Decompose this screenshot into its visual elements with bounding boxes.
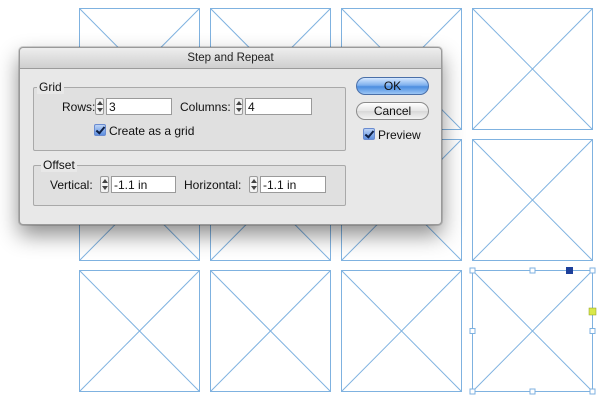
vertical-stepper[interactable] (100, 176, 109, 193)
vertical-label: Vertical: (50, 178, 93, 192)
dialog-title: Step and Repeat (20, 48, 441, 69)
stepper-up-icon[interactable] (236, 101, 242, 105)
selection-handle[interactable] (589, 267, 596, 274)
stepper-down-icon[interactable] (97, 108, 103, 112)
stepper-up-icon[interactable] (97, 101, 103, 105)
selection-handle[interactable] (469, 328, 476, 334)
create-as-grid-checkbox[interactable] (94, 124, 106, 136)
cancel-button[interactable]: Cancel (356, 102, 429, 120)
horizontal-stepper[interactable] (249, 176, 258, 193)
stepper-down-icon[interactable] (102, 186, 108, 190)
content-grabber-icon[interactable] (566, 267, 573, 274)
rows-input[interactable] (106, 98, 172, 115)
horizontal-label: Horizontal: (184, 178, 242, 192)
stepper-up-icon[interactable] (102, 179, 108, 183)
create-as-grid-label[interactable]: Create as a grid (109, 124, 194, 138)
columns-label: Columns: (180, 100, 231, 114)
rows-label: Rows: (62, 100, 96, 114)
stepper-down-icon[interactable] (251, 186, 257, 190)
selection-handle[interactable] (589, 388, 596, 395)
preview-label[interactable]: Preview (378, 128, 421, 142)
ok-button[interactable]: OK (356, 77, 429, 95)
rows-stepper[interactable] (95, 98, 104, 115)
selection-handle[interactable] (589, 328, 596, 334)
offset-group-label: Offset (41, 158, 77, 172)
grid-group-label: Grid (37, 80, 64, 94)
selection-handle[interactable] (529, 388, 536, 395)
vertical-input[interactable] (111, 176, 176, 193)
selection-handle[interactable] (469, 388, 476, 395)
anchor-handle-icon[interactable] (588, 307, 597, 316)
columns-stepper[interactable] (234, 98, 243, 115)
selection-handle[interactable] (469, 267, 476, 274)
columns-input[interactable] (245, 98, 312, 115)
step-and-repeat-dialog: Step and Repeat Grid Rows: Columns: Crea… (19, 47, 442, 225)
stepper-up-icon[interactable] (251, 179, 257, 183)
horizontal-input[interactable] (260, 176, 326, 193)
preview-checkbox[interactable] (363, 128, 375, 140)
stepper-down-icon[interactable] (236, 108, 242, 112)
grid-group (33, 87, 346, 151)
selection-handle[interactable] (529, 267, 536, 274)
